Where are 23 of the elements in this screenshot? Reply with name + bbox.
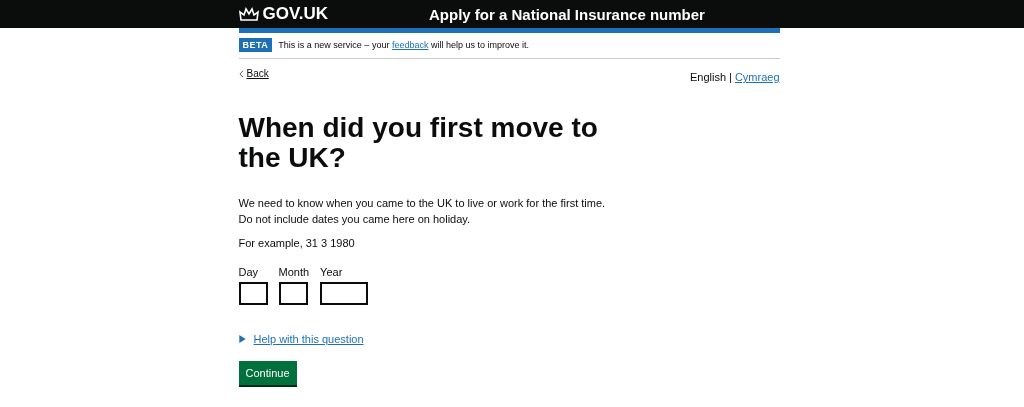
current-language: English (689, 71, 726, 83)
feedback-link[interactable]: feedback (391, 40, 429, 50)
date-input-field[interactable] (278, 282, 308, 305)
triangle-right-icon (238, 335, 246, 343)
continue-button[interactable]: Continue (238, 361, 297, 385)
phase-banner-text: This is a new service – your feedback will help us to improve it. (278, 40, 529, 50)
service-name[interactable]: Apply for a National Insurance number (429, 5, 705, 23)
back-link[interactable]: Back (238, 68, 269, 79)
language-link[interactable]: Cymraeg (734, 71, 780, 83)
page-heading: When did you first move to the UK? (238, 113, 599, 173)
chevron-left-icon (238, 69, 244, 78)
logo-text[interactable]: GOV.UK (262, 4, 328, 24)
date-input-field[interactable] (238, 282, 268, 305)
crown-icon (238, 6, 259, 22)
hint-text: We need to know when you came to the UK to live or work for the first time. Do not include dates you came here on holiday. (238, 196, 607, 227)
date-label: Month (278, 266, 310, 278)
phase-tag: BETA (238, 38, 273, 52)
language-separator: | (729, 71, 732, 83)
help-toggle[interactable]: Help with this question (238, 333, 364, 345)
date-label: Year (320, 266, 344, 278)
date-input-field[interactable] (320, 282, 369, 305)
date-label: Day (238, 266, 260, 278)
example-text: For example, 31 3 1980 (238, 237, 356, 249)
